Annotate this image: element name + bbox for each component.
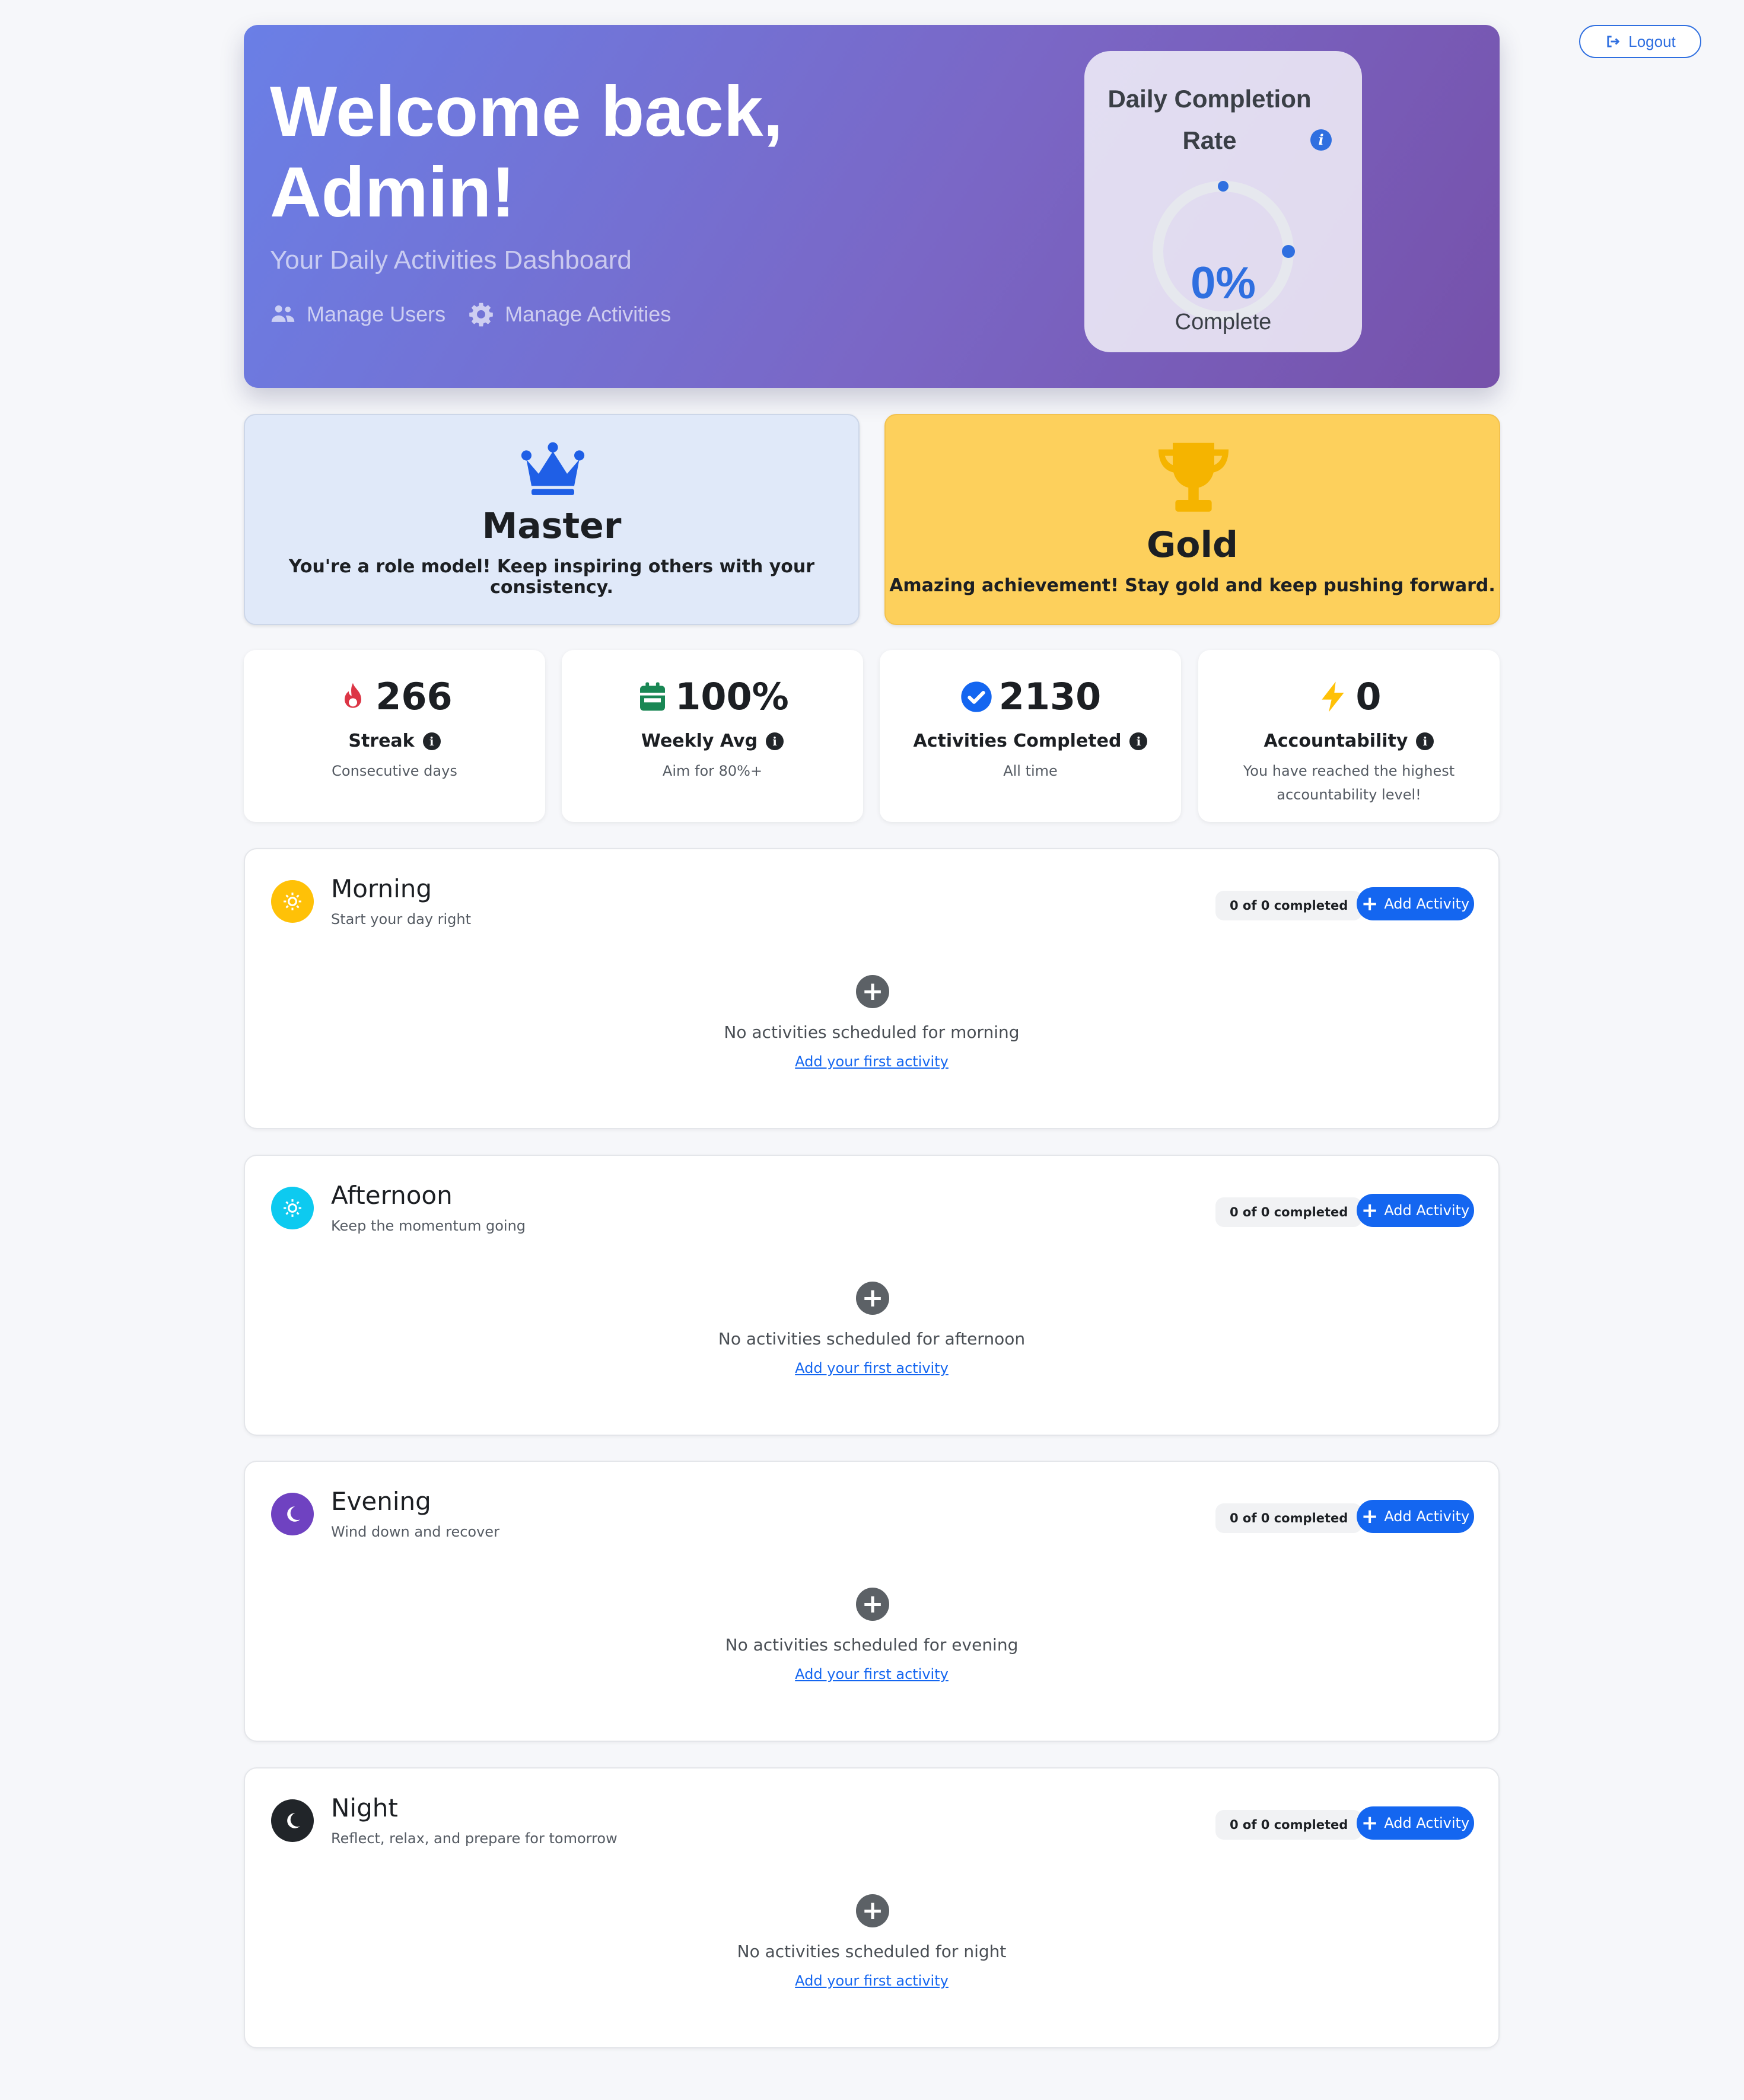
section-subtitle: Start your day right <box>331 911 472 928</box>
welcome-title: Welcome back, Admin! <box>270 72 783 232</box>
evening-section: Evening Wind down and recover 0 of 0 com… <box>244 1461 1500 1742</box>
completion-count-badge: 0 of 0 completed <box>1215 1503 1363 1533</box>
completion-count-badge: 0 of 0 completed <box>1215 1197 1363 1227</box>
weekly-avg-stat-card: 100% Weekly Avg i Aim for 80%+ <box>562 650 863 822</box>
fire-icon <box>345 683 362 708</box>
empty-state-text: No activities scheduled for evening <box>725 1635 1019 1655</box>
add-activity-label: Add Activity <box>1384 896 1470 912</box>
section-title: Afternoon <box>331 1181 453 1210</box>
add-first-activity-link[interactable]: Add your first activity <box>795 1666 949 1682</box>
plus-icon: + <box>1361 1199 1379 1222</box>
activities-completed-value: 2130 <box>998 675 1102 718</box>
section-icon <box>271 880 314 923</box>
section-title: Night <box>331 1793 398 1822</box>
calendar-icon <box>640 682 666 710</box>
section-icon <box>271 1187 314 1229</box>
accountability-subtext: You have reached the highest accountabil… <box>1243 763 1455 803</box>
afternoon-section: Afternoon Keep the momentum going 0 of 0… <box>244 1155 1500 1436</box>
sign-out-icon <box>1607 36 1620 47</box>
sun-icon <box>284 1199 301 1217</box>
completion-rate-card: Daily Completion Rate i 0% Complete <box>1084 51 1362 352</box>
master-badge-card: Master You're a role model! Keep inspiri… <box>244 414 860 625</box>
manage-activities-link[interactable]: Manage Activities <box>468 301 671 327</box>
add-activity-button[interactable]: + Add Activity <box>1357 1806 1474 1840</box>
section-title: Morning <box>331 874 432 903</box>
plus-icon: + <box>1361 1505 1379 1528</box>
sun-icon <box>284 893 301 910</box>
plus-icon: + <box>1361 892 1379 916</box>
add-activity-label: Add Activity <box>1384 1202 1470 1219</box>
empty-state-text: No activities scheduled for morning <box>724 1022 1020 1042</box>
completion-label: Complete <box>1175 310 1272 334</box>
moon-icon <box>287 1813 300 1828</box>
info-icon[interactable]: i <box>1129 732 1148 750</box>
weekly-avg-label: Weekly Avg <box>641 731 758 751</box>
manage-activities-label: Manage Activities <box>505 302 671 326</box>
section-subtitle: Wind down and recover <box>331 1524 499 1540</box>
logout-button[interactable]: Logout <box>1579 25 1701 58</box>
weekly-avg-subtext: Aim for 80%+ <box>662 763 763 779</box>
trophy-icon <box>1158 442 1229 512</box>
weekly-avg-value: 100% <box>675 675 789 718</box>
completion-title-text: Daily Completion Rate <box>1107 85 1312 154</box>
activities-completed-stat-card: 2130 Activities Completed i All time <box>880 650 1181 822</box>
morning-section: Morning Start your day right 0 of 0 comp… <box>244 848 1500 1129</box>
plus-circle-icon: + <box>856 1588 889 1621</box>
crown-icon <box>521 442 585 495</box>
info-icon[interactable]: i <box>1310 129 1332 151</box>
section-icon <box>271 1799 314 1842</box>
bolt-icon <box>1322 681 1345 712</box>
streak-subtext: Consecutive days <box>332 763 457 779</box>
info-icon[interactable]: i <box>1416 732 1434 750</box>
check-circle-icon <box>961 681 992 712</box>
streak-value: 266 <box>375 675 453 718</box>
plus-circle-icon: + <box>856 1282 889 1315</box>
users-icon <box>271 305 295 322</box>
badge-title: Master <box>482 505 622 547</box>
completion-percent: 0% <box>1191 258 1256 308</box>
streak-label: Streak <box>348 731 415 751</box>
add-first-activity-link[interactable]: Add your first activity <box>795 1972 949 1989</box>
empty-state-text: No activities scheduled for afternoon <box>718 1329 1026 1349</box>
add-activity-button[interactable]: + Add Activity <box>1357 1194 1474 1227</box>
add-activity-label: Add Activity <box>1384 1508 1470 1525</box>
ring-handle <box>1282 245 1295 258</box>
manage-users-label: Manage Users <box>307 302 446 326</box>
completion-count-badge: 0 of 0 completed <box>1215 891 1363 920</box>
badge-description: Amazing achievement! Stay gold and keep … <box>889 575 1495 596</box>
badge-title: Gold <box>1147 524 1238 566</box>
plus-circle-icon: + <box>856 1894 889 1927</box>
add-first-activity-link[interactable]: Add your first activity <box>795 1360 949 1376</box>
gold-badge-card: Gold Amazing achievement! Stay gold and … <box>884 414 1500 625</box>
info-icon[interactable]: i <box>766 732 784 750</box>
plus-circle-icon: + <box>856 975 889 1008</box>
section-subtitle: Reflect, relax, and prepare for tomorrow <box>331 1830 618 1847</box>
completion-rate-title: Daily Completion Rate i <box>1084 78 1362 161</box>
night-section: Night Reflect, relax, and prepare for to… <box>244 1767 1500 2048</box>
accountability-stat-card: 0 Accountability i You have reached the h… <box>1198 650 1500 822</box>
section-icon <box>271 1493 314 1535</box>
moon-icon <box>287 1506 300 1522</box>
dashboard-subtitle: Your Daily Activities Dashboard <box>270 246 632 275</box>
gear-icon <box>469 302 493 327</box>
add-activity-label: Add Activity <box>1384 1815 1470 1831</box>
accountability-label: Accountability <box>1264 731 1408 751</box>
plus-icon: + <box>1361 1811 1379 1835</box>
logout-label: Logout <box>1628 32 1676 50</box>
activities-completed-label: Activities Completed <box>913 731 1122 751</box>
add-first-activity-link[interactable]: Add your first activity <box>795 1053 949 1070</box>
add-activity-button[interactable]: + Add Activity <box>1357 1500 1474 1533</box>
manage-users-link[interactable]: Manage Users <box>270 301 445 327</box>
add-activity-button[interactable]: + Add Activity <box>1357 887 1474 920</box>
hero-banner: Welcome back, Admin! Your Daily Activiti… <box>244 25 1500 388</box>
info-icon[interactable]: i <box>422 732 441 750</box>
activities-completed-subtext: All time <box>1003 763 1058 779</box>
streak-stat-card: 266 Streak i Consecutive days <box>244 650 545 822</box>
completion-count-badge: 0 of 0 completed <box>1215 1810 1363 1840</box>
accountability-value: 0 <box>1355 675 1382 718</box>
empty-state-text: No activities scheduled for night <box>737 1942 1007 1961</box>
badge-description: You're a role model! Keep inspiring othe… <box>288 556 815 598</box>
section-subtitle: Keep the momentum going <box>331 1218 526 1234</box>
section-title: Evening <box>331 1487 431 1516</box>
